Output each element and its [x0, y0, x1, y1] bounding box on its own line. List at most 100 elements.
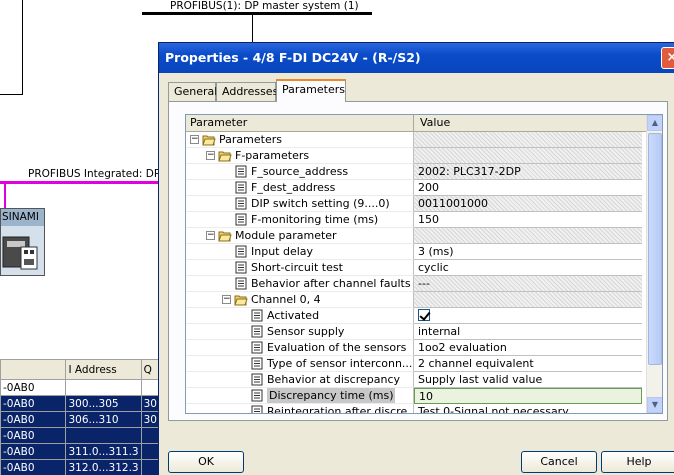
scroll-thumb[interactable] [648, 133, 662, 365]
discrepancy-time-input[interactable]: 10 [414, 388, 642, 404]
parameter-value-cell [414, 228, 642, 244]
parameter-row[interactable]: Sensor supply internal [186, 324, 648, 340]
col-header-parameter[interactable]: Parameter [186, 115, 414, 132]
parameter-value-cell [414, 292, 642, 308]
parameter-icon [251, 405, 263, 413]
parameter-value-cell[interactable]: 150 [414, 212, 642, 228]
parameter-value-cell[interactable]: 3 (ms) [414, 244, 642, 260]
col-header-module [0, 359, 67, 380]
parameter-icon [235, 213, 247, 226]
tab-parameters[interactable]: Parameters [276, 79, 346, 102]
parameter-icon [251, 309, 263, 322]
dialog-titlebar[interactable]: Properties - 4/8 F-DI DC24V - (R-/S2) [159, 43, 674, 73]
parameter-icon [235, 277, 247, 290]
scroll-down-button[interactable]: ▼ [647, 397, 662, 413]
device-label: SINAMI [1, 209, 44, 226]
properties-dialog: Properties - 4/8 F-DI DC24V - (R-/S2) × … [158, 42, 674, 475]
scroll-up-button[interactable]: ▲ [647, 115, 662, 131]
parameter-name: Channel 0, 4 [251, 293, 321, 306]
ok-button[interactable]: OK [168, 451, 244, 473]
table-row[interactable]: -0AB0 [0, 427, 161, 444]
parameter-row[interactable]: F_source_address 2002: PLC317-2DP [186, 164, 648, 180]
parameter-name: Discrepancy time (ms) [267, 388, 396, 403]
parameter-row[interactable]: Evaluation of the sensors 1oo2 evaluation [186, 340, 648, 356]
tab-addresses[interactable]: Addresses [216, 82, 278, 101]
parameter-icon [251, 325, 263, 338]
bus-integrated-label: PROFIBUS Integrated: DP m [28, 168, 174, 180]
collapse-icon[interactable]: − [190, 135, 199, 144]
parameter-value-cell[interactable]: cyclic [414, 260, 642, 276]
parameter-row[interactable]: Reintegration after discre... Test 0-Sign… [186, 404, 648, 414]
parameter-grid: Parameter Value − Parameters − F-parameters… [185, 114, 663, 414]
parameter-name: Type of sensor interconn... [267, 357, 413, 370]
bus-top-label: PROFIBUS(1): DP master system (1) [170, 0, 359, 12]
parameter-name: Evaluation of the sensors [267, 341, 407, 354]
parameter-name-cell: Behavior at discrepancy [186, 372, 414, 388]
sinamics-device[interactable]: SINAMI [0, 208, 45, 276]
vertical-scrollbar[interactable]: ▲ ▼ [646, 115, 662, 413]
grid-rows: − Parameters − F-parameters F_source_address… [186, 132, 648, 414]
parameter-icon [251, 357, 263, 370]
close-button[interactable]: × [661, 47, 674, 69]
collapse-icon[interactable]: − [206, 231, 215, 240]
parameter-value-cell[interactable]: 2002: PLC317-2DP [414, 164, 642, 180]
parameter-row[interactable]: DIP switch setting (9....0) 0011001000 [186, 196, 648, 212]
table-row[interactable]: -0AB0 311.0...311.3 [0, 443, 161, 460]
tree-folder-row[interactable]: − Channel 0, 4 [186, 292, 648, 308]
parameter-value-cell [414, 148, 642, 164]
parameter-name: Module parameter [235, 229, 337, 242]
parameter-row[interactable]: F_dest_address 200 [186, 180, 648, 196]
cancel-button[interactable]: Cancel [521, 451, 597, 473]
folder-open-icon [218, 151, 232, 162]
parameter-value-cell[interactable]: 200 [414, 180, 642, 196]
parameter-name: Activated [267, 309, 320, 322]
collapse-icon[interactable]: − [222, 295, 231, 304]
parameter-name-cell: Evaluation of the sensors [186, 340, 414, 356]
parameter-name-cell: − Module parameter [186, 228, 414, 244]
parameter-name: DIP switch setting (9....0) [251, 197, 390, 210]
tree-folder-row[interactable]: − Parameters [186, 132, 648, 148]
collapse-icon[interactable]: − [206, 151, 215, 160]
table-row[interactable]: -0AB0 [0, 379, 161, 396]
parameter-name-cell: Discrepancy time (ms) [186, 388, 414, 404]
parameter-row[interactable]: Input delay 3 (ms) [186, 244, 648, 260]
bus-line-horizontal [0, 94, 23, 95]
parameter-row[interactable]: Behavior at discrepancy Supply last valid… [186, 372, 648, 388]
tree-folder-row[interactable]: − F-parameters [186, 148, 648, 164]
folder-open-icon [234, 295, 248, 306]
parameter-name-cell: Input delay [186, 244, 414, 260]
parameter-name: Reintegration after discre... [267, 405, 414, 414]
parameter-value-cell[interactable]: 0011001000 [414, 196, 642, 212]
parameter-row[interactable]: Type of sensor interconn... 2 channel equ… [186, 356, 648, 372]
bus-line-drop [252, 14, 253, 42]
parameter-icon [251, 389, 263, 402]
parameter-value-cell[interactable]: internal [414, 324, 642, 340]
help-button[interactable]: Help [601, 451, 674, 473]
parameter-row[interactable]: Activated [186, 308, 648, 324]
parameter-value-cell[interactable]: --- [414, 276, 642, 292]
parameter-row[interactable]: Short-circuit test cyclic [186, 260, 648, 276]
parameter-value-cell[interactable]: 2 channel equivalent [414, 356, 642, 372]
parameter-row[interactable]: F-monitoring time (ms) 150 [186, 212, 648, 228]
parameter-name: Parameters [219, 133, 282, 146]
tab-general[interactable]: General [168, 82, 217, 101]
parameter-name: F_dest_address [251, 181, 336, 194]
grid-header: Parameter Value [186, 115, 648, 132]
table-row[interactable]: -0AB0 312.0...312.3 [0, 459, 161, 475]
parameter-name-cell: F-monitoring time (ms) [186, 212, 414, 228]
tree-folder-row[interactable]: − Module parameter [186, 228, 648, 244]
parameter-value-cell[interactable]: Supply last valid value [414, 372, 642, 388]
parameter-value-cell[interactable]: 1oo2 evaluation [414, 340, 642, 356]
parameter-value-cell[interactable] [414, 308, 642, 324]
parameter-icon [235, 261, 247, 274]
parameter-value-cell [414, 132, 642, 148]
table-row[interactable]: -0AB0 300...305 30 [0, 395, 161, 412]
parameter-name: Behavior after channel faults [251, 277, 411, 290]
parameter-row[interactable]: Behavior after channel faults --- [186, 276, 648, 292]
col-header-value[interactable]: Value [414, 115, 648, 132]
parameter-icon [251, 373, 263, 386]
table-row[interactable]: -0AB0 306...310 30 [0, 411, 161, 428]
activated-checkbox[interactable] [418, 309, 430, 321]
parameter-value-cell[interactable]: Test 0-Signal not necessary [414, 404, 642, 413]
parameter-row[interactable]: Discrepancy time (ms) 10 [186, 388, 648, 404]
